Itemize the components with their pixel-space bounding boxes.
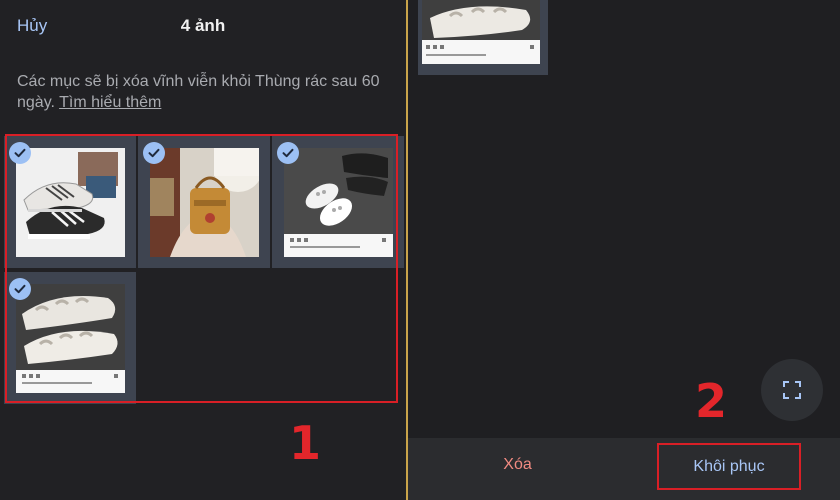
preview-thumbnail[interactable] bbox=[418, 0, 548, 75]
step-marker-2: 2 bbox=[695, 374, 728, 428]
selected-check[interactable] bbox=[277, 142, 299, 164]
checkmark-icon bbox=[148, 148, 160, 158]
photo-tile[interactable] bbox=[4, 272, 136, 404]
checkmark-icon bbox=[282, 148, 294, 158]
photo-tile[interactable] bbox=[272, 136, 404, 268]
step-marker-1: 1 bbox=[289, 416, 322, 470]
page-title: 4 ảnh bbox=[0, 16, 406, 36]
trash-info-text: Các mục sẽ bị xóa vĩnh viễn khỏi Thùng r… bbox=[17, 71, 392, 113]
fullscreen-button[interactable] bbox=[761, 359, 823, 421]
selected-check[interactable] bbox=[143, 142, 165, 164]
fullscreen-icon bbox=[783, 381, 801, 399]
selected-check[interactable] bbox=[9, 278, 31, 300]
selected-check[interactable] bbox=[9, 142, 31, 164]
preview-panel bbox=[408, 0, 840, 500]
selection-count: 4 ảnh bbox=[180, 16, 226, 35]
photo-tile[interactable] bbox=[138, 136, 270, 268]
photo-thumbnail bbox=[284, 148, 393, 257]
preview-image bbox=[422, 0, 540, 64]
photo-thumbnail bbox=[16, 148, 125, 257]
restore-button[interactable]: Khôi phục bbox=[657, 443, 801, 490]
delete-button[interactable]: Xóa bbox=[460, 445, 575, 485]
photo-thumbnail bbox=[150, 148, 259, 257]
photo-grid bbox=[0, 133, 406, 409]
photo-tile[interactable] bbox=[4, 136, 136, 268]
checkmark-icon bbox=[14, 284, 26, 294]
checkmark-icon bbox=[14, 148, 26, 158]
photo-thumbnail bbox=[16, 284, 125, 393]
learn-more-link[interactable]: Tìm hiểu thêm bbox=[59, 94, 161, 111]
